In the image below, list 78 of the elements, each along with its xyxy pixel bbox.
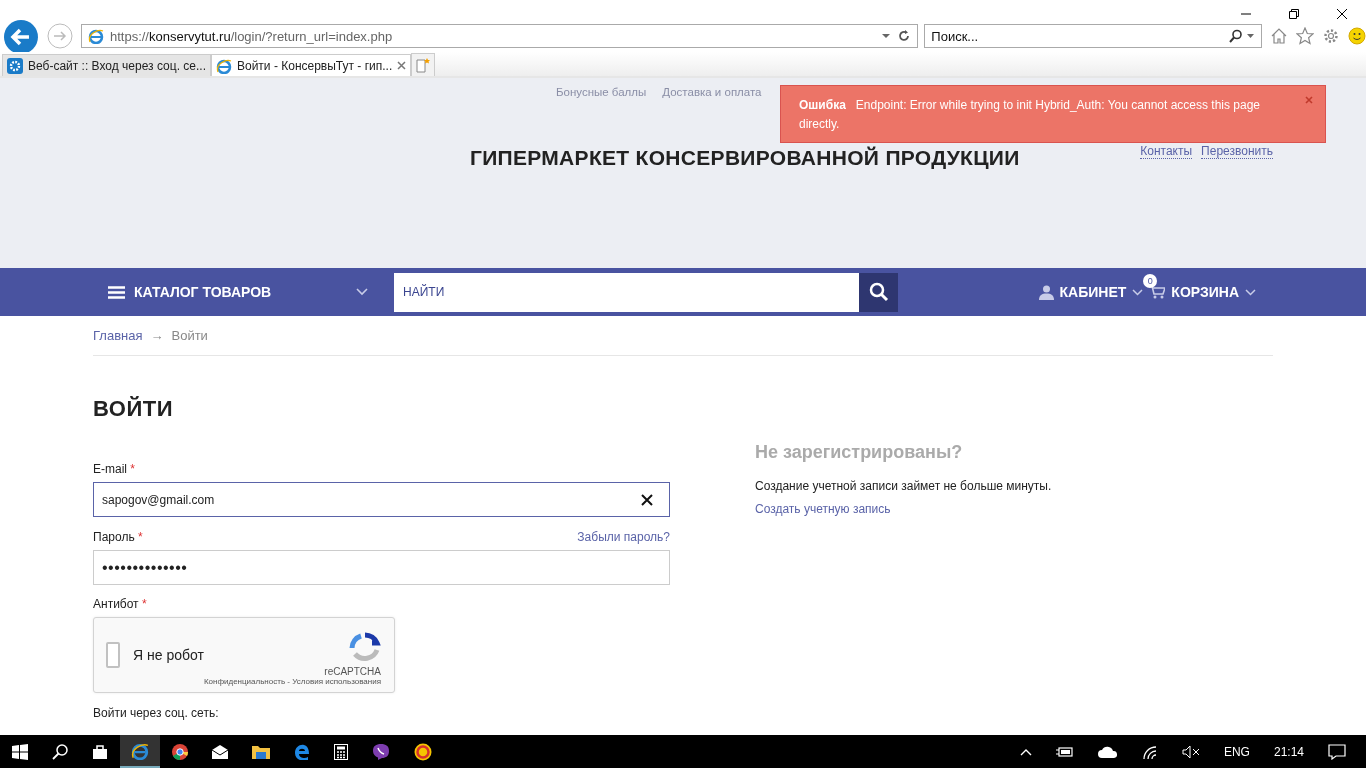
search-icon[interactable] (1229, 29, 1256, 43)
settings-icon[interactable] (1322, 27, 1340, 45)
close-tab-icon[interactable] (397, 61, 407, 70)
language-indicator[interactable]: ENG (1223, 744, 1250, 759)
home-icon[interactable] (1270, 27, 1289, 45)
cabinet-menu[interactable]: КАБИНЕТ (1038, 284, 1144, 300)
cart-menu[interactable]: КОРЗИНА (1149, 284, 1256, 300)
store-icon[interactable] (92, 743, 108, 760)
search-icon[interactable] (52, 743, 68, 760)
recaptcha-logo-icon (349, 632, 381, 664)
register-text: Создание учетной записи займет не больше минуты. (755, 479, 1052, 493)
address-bar[interactable]: https://konservytut.ru/login/?return_url=index.php (80, 24, 919, 48)
browser-search-field[interactable]: Поиск... (924, 24, 1263, 48)
dropdown-caret-icon[interactable] (881, 31, 892, 41)
breadcrumb-link[interactable]: Главная (93, 328, 143, 343)
social-login-label: Войти через соц. сеть: (93, 706, 220, 720)
clear-icon[interactable] (641, 493, 653, 506)
ie-icon (216, 57, 232, 74)
chat-bubble-icon[interactable] (372, 742, 390, 761)
error-message: Ошибка Endpoint: Error while trying to init Hybrid_Auth: You cannot access this page directly. (799, 97, 1262, 133)
field-label: Антибот * (93, 597, 148, 611)
chevron-up-icon[interactable] (1019, 747, 1032, 756)
chevron-down-icon (1245, 288, 1256, 296)
captcha-label: Я не робот (133, 647, 204, 663)
taskbar-app-button[interactable] (120, 735, 160, 768)
current-page-text: Войти (171, 328, 208, 343)
field-label: Пароль * (93, 530, 143, 544)
smiley-icon[interactable] (1348, 27, 1366, 45)
gear-icon (7, 57, 23, 74)
new-tab-icon (415, 57, 432, 73)
battery-icon[interactable] (1055, 745, 1074, 758)
contact-link[interactable]: Контакты (1140, 144, 1193, 159)
chevron-down-icon (356, 288, 368, 296)
close-icon[interactable] (1336, 8, 1348, 20)
captcha-brand: reCAPTCHA (324, 666, 381, 677)
breadcrumb-separator: → (150, 328, 164, 343)
star-icon[interactable] (1296, 27, 1315, 45)
user-icon (1038, 284, 1054, 300)
url-text: https://konservytut.ru/login/?return_url=index.php (109, 28, 394, 44)
privacy-link[interactable]: Конфиденциальность (203, 677, 286, 686)
register-heading: Не зарегистрированы? (755, 442, 964, 463)
cloud-icon[interactable] (1097, 745, 1118, 758)
terms-link[interactable]: Условия использования (292, 677, 381, 686)
chevron-down-icon (1132, 288, 1144, 296)
ie-icon (87, 28, 104, 44)
cart-count-badge: 0 (1143, 274, 1158, 288)
edge-icon[interactable] (294, 743, 310, 760)
password-input-field[interactable]: •••••••••••••• (93, 550, 670, 585)
browser-tab[interactable]: Войти - КонсервыТут - гип... (211, 54, 412, 76)
app-logo-icon[interactable] (414, 742, 432, 761)
ie-icon (131, 741, 149, 760)
clock[interactable]: 21:14 (1273, 744, 1304, 759)
mail-icon[interactable] (212, 744, 228, 759)
field-label: E-mail * (93, 462, 136, 476)
chrome-browser-icon[interactable] (172, 743, 188, 760)
menu-icon (108, 285, 125, 299)
wifi-icon[interactable] (1141, 744, 1158, 759)
search-button[interactable] (859, 272, 898, 312)
site-title: ГИПЕРМАРКЕТ КОНСЕРВИРОВАННОЙ ПРОДУКЦИИ (470, 146, 1020, 170)
restore-icon[interactable] (1288, 8, 1300, 20)
separator-text: - (287, 677, 290, 686)
email-input-field[interactable]: sapogov@gmail.com (93, 482, 670, 517)
contact-link[interactable]: Перезвонить (1201, 144, 1273, 159)
calculator-icon[interactable] (334, 743, 348, 760)
notification-icon[interactable] (1328, 743, 1346, 760)
page-heading: ВОЙТИ (93, 396, 174, 422)
captcha-checkbox[interactable] (106, 642, 120, 668)
folder-icon[interactable] (252, 744, 270, 759)
refresh-icon[interactable] (897, 29, 912, 43)
catalog-menu[interactable]: КАТАЛОГ ТОВАРОВ (108, 284, 368, 300)
forgot-password-link[interactable]: Забыли пароль? (577, 530, 670, 544)
cart-icon (1149, 285, 1166, 299)
search-icon (868, 282, 889, 302)
search-field[interactable]: НАЙТИ (394, 272, 859, 312)
create-account-link[interactable]: Создать учетную запись (755, 502, 891, 516)
browser-tab[interactable]: Веб-сайт :: Вход через соц. се... (2, 54, 211, 76)
speaker-muted-icon[interactable] (1181, 744, 1200, 759)
windows-logo-icon[interactable] (12, 743, 28, 760)
